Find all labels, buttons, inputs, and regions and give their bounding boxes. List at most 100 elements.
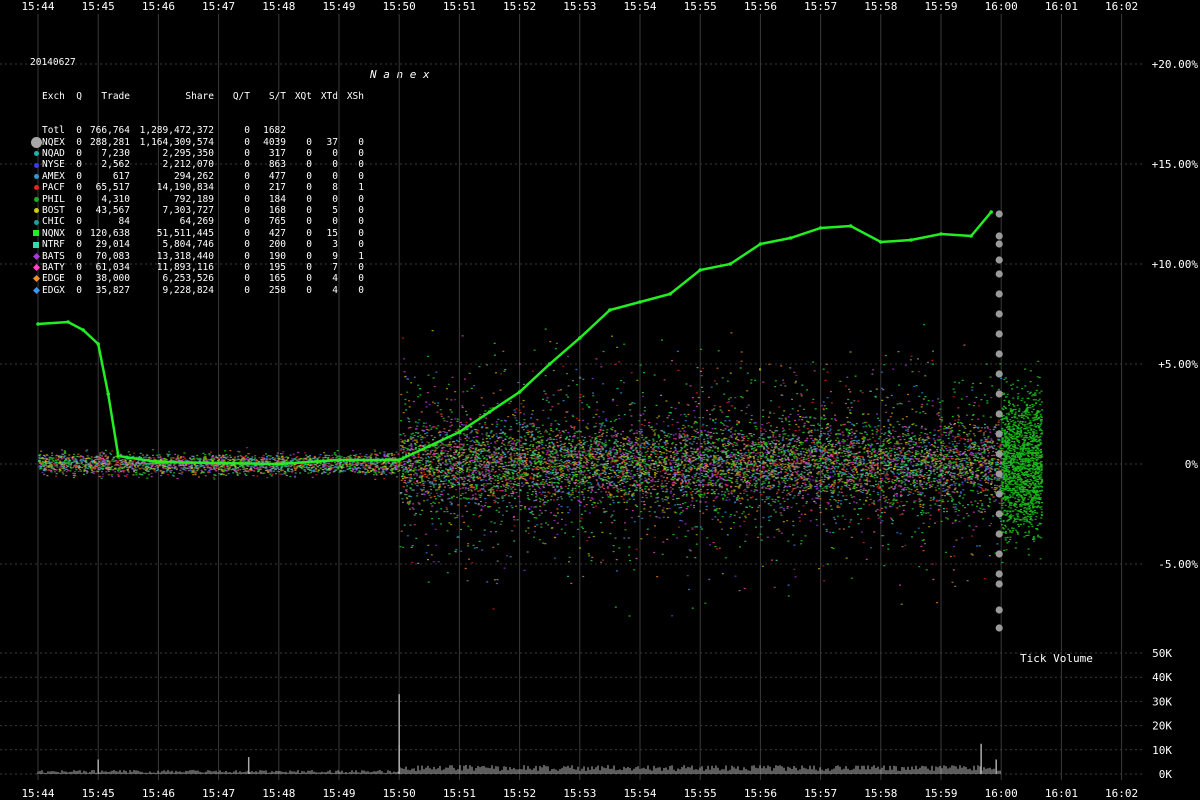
x-tick-label: 15:59 <box>924 787 957 800</box>
stats-cell: 84 <box>118 216 130 228</box>
exchange-marker-icon <box>30 185 42 191</box>
stats-cell: 0 <box>76 204 82 216</box>
x-tick-label: 15:44 <box>21 787 54 800</box>
nqex-closing-point <box>995 232 1003 240</box>
exchange-color-swatch <box>33 230 39 237</box>
stats-cell: 1 <box>358 182 364 194</box>
stats-cell: 0 <box>358 261 364 273</box>
stats-cell: NYSE <box>42 159 65 171</box>
x-tick-label: 15:49 <box>322 787 355 800</box>
stats-header-cell: XQt <box>294 91 312 103</box>
exchange-color-swatch <box>30 136 42 148</box>
stats-cell: 0 <box>306 204 312 216</box>
x-tick-label: 16:01 <box>1045 787 1078 800</box>
stats-header-cell: Q/T <box>232 91 250 103</box>
stats-cell: 4,310 <box>101 193 130 205</box>
nqnx-point <box>397 458 402 462</box>
stats-cell: 0 <box>358 159 364 171</box>
stats-cell: 5,804,746 <box>162 239 214 251</box>
exchange-marker-icon <box>30 275 42 283</box>
volume-tick-label: 40K <box>1152 671 1172 684</box>
stats-cell: PACF <box>42 182 65 194</box>
stats-rows: Totl 0 766,764 1,289,472,372 0 1682 NQEX 0 288,2… <box>30 125 364 296</box>
stats-cell: 0 <box>76 273 82 285</box>
stats-cell: 477 <box>268 170 286 182</box>
stats-cell: 863 <box>268 159 286 171</box>
nqex-closing-point <box>995 430 1003 438</box>
nqnx-point <box>848 224 853 228</box>
tick-volume-label: Tick Volume <box>1020 652 1093 665</box>
stats-cell: 0 <box>358 136 364 148</box>
stats-cell: 0 <box>306 182 312 194</box>
stats-cell: 0 <box>332 193 338 205</box>
stats-cell: 13,318,440 <box>156 250 214 262</box>
x-tick-label: 15:57 <box>804 787 837 800</box>
nqnx-point <box>939 232 943 236</box>
volume-tick-label: 0K <box>1159 768 1173 781</box>
x-tick-label: 15:59 <box>924 0 957 13</box>
stats-header-cell: XTd <box>320 91 338 103</box>
stats-cell: 766,764 <box>89 125 130 137</box>
x-tick-label: 15:48 <box>262 787 295 800</box>
x-tick-label: 15:54 <box>623 0 656 13</box>
stats-row: NTRF 0 29,014 5,804,746 0 200 0 3 0 <box>30 239 364 250</box>
stats-cell: 427 <box>268 227 286 239</box>
nqnx-point <box>989 210 993 214</box>
stats-header-cell: S/T <box>268 91 286 103</box>
exchange-color-swatch <box>32 286 40 294</box>
stats-cell: 317 <box>268 148 286 159</box>
y-tick-label: +10.00% <box>1152 258 1199 271</box>
stats-cell: 9,228,824 <box>162 284 214 296</box>
stats-row: PACF 0 65,517 14,190,834 0 217 0 8 1 <box>30 182 364 193</box>
stats-cell: 7,230 <box>101 148 130 159</box>
exchange-marker-icon <box>30 151 42 157</box>
stats-cell: 0 <box>244 261 250 273</box>
volume-tick-label: 20K <box>1152 720 1172 733</box>
exchange-color-swatch <box>33 162 39 168</box>
nqnx-point <box>457 430 462 434</box>
y-tick-label: +20.00% <box>1152 58 1199 71</box>
exchange-marker-icon <box>30 162 42 168</box>
stats-cell: 165 <box>268 273 286 285</box>
x-tick-label: 15:46 <box>142 0 175 13</box>
x-tick-label: 15:51 <box>443 787 476 800</box>
stats-cell: 0 <box>358 170 364 182</box>
exchange-color-swatch <box>32 275 40 283</box>
x-tick-label: 15:46 <box>142 787 175 800</box>
stats-cell: 0 <box>244 239 250 251</box>
exchange-marker-icon <box>30 136 42 148</box>
stats-cell: 0 <box>306 193 312 205</box>
stats-cell: 0 <box>332 159 338 171</box>
stats-cell: 0 <box>332 216 338 228</box>
stats-cell: 0 <box>76 159 82 171</box>
stats-cell: AMEX <box>42 170 65 182</box>
stats-header-row: Exch Q Trade Share Q/T S/T XQt XTd XSh <box>30 91 364 102</box>
stats-cell: 51,511,445 <box>156 227 214 239</box>
x-tick-label: 15:47 <box>202 0 235 13</box>
stats-cell: 0 <box>358 148 364 159</box>
x-tick-label: 15:47 <box>202 787 235 800</box>
stats-cell: 11,893,116 <box>156 261 214 273</box>
stats-row: PHIL 0 4,310 792,189 0 184 0 0 0 <box>30 194 364 205</box>
exchange-color-swatch <box>33 241 39 248</box>
stats-cell: BATS <box>42 250 65 262</box>
stats-row: NQNX 0 120,638 51,511,445 0 427 0 15 0 <box>30 228 364 239</box>
nqex-closing-point <box>995 210 1003 218</box>
stats-cell: 0 <box>76 284 82 296</box>
nqex-closing-point <box>995 350 1003 358</box>
stats-header-cell: Q <box>76 91 82 103</box>
stats-cell: 3 <box>332 239 338 251</box>
stats-cell: 765 <box>268 216 286 228</box>
exchange-marker-icon <box>30 219 42 225</box>
stats-cell: 0 <box>306 250 312 262</box>
x-tick-label: 15:48 <box>262 0 295 13</box>
stats-cell: 0 <box>244 250 250 262</box>
nqnx-point <box>788 236 793 240</box>
stats-cell: 0 <box>358 227 364 239</box>
stats-cell: 0 <box>244 204 250 216</box>
stats-cell: 1,289,472,372 <box>139 125 214 137</box>
nqnx-point <box>728 262 733 266</box>
volume-tick-label: 50K <box>1152 647 1172 660</box>
x-tick-label: 16:02 <box>1105 0 1138 13</box>
nqex-closing-point <box>995 606 1003 614</box>
